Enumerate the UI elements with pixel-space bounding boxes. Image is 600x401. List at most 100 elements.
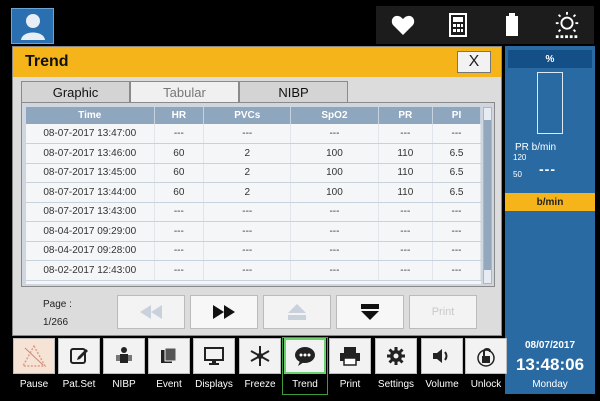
cell-pi: 6.5 (432, 182, 481, 203)
cell-pvcs: --- (203, 221, 292, 242)
print-button[interactable]: Print (409, 295, 477, 329)
cell-pi: --- (432, 241, 481, 261)
column-header-pr[interactable]: PR (378, 107, 434, 124)
pr-high-limit: 120 (513, 153, 527, 162)
table-row[interactable]: 08-02-2017 12:43:00 --- --- --- --- --- (26, 260, 481, 281)
arrow-down-icon (361, 304, 379, 320)
cell-hr: --- (154, 202, 205, 222)
cell-hr: --- (154, 260, 205, 281)
cell-spo2: 100 (290, 163, 379, 183)
table-row[interactable]: 08-07-2017 13:43:00 --- --- --- --- --- (26, 202, 481, 222)
cell-pr: --- (378, 260, 434, 281)
heart-icon[interactable] (389, 11, 417, 39)
nibp-button[interactable]: NIBP (102, 338, 146, 394)
cell-pvcs: --- (203, 202, 292, 222)
event-label: Event (156, 379, 182, 390)
printer-icon (340, 347, 360, 366)
cell-hr: 60 (154, 163, 205, 183)
tab-nibp[interactable]: NIBP (239, 81, 348, 102)
brightness-icon[interactable] (553, 11, 581, 39)
table-row[interactable]: 08-07-2017 13:45:00 60 2 100 110 6.5 (26, 163, 481, 183)
user-avatar[interactable] (11, 8, 54, 44)
cell-time: 08-07-2017 13:47:00 (26, 124, 155, 144)
close-button[interactable]: X (457, 51, 491, 73)
dialog-title: Trend (25, 53, 69, 70)
trend-button[interactable]: Trend (282, 337, 328, 395)
column-header-time[interactable]: Time (26, 107, 155, 124)
calculator-icon[interactable] (444, 11, 472, 39)
trend-table: Time HR PVCs SpO2 PR PI 08-07-2017 13:47… (26, 107, 481, 281)
column-header-spo2[interactable]: SpO2 (290, 107, 379, 124)
volume-icon (433, 349, 448, 363)
pause-label: Pause (19, 379, 49, 390)
cell-pr: --- (378, 202, 434, 222)
volume-label: Volume (425, 379, 459, 390)
status-bar (376, 6, 594, 44)
freeze-label: Freeze (244, 379, 276, 390)
scroll-thumb[interactable] (484, 120, 491, 270)
table-row[interactable]: 08-07-2017 13:47:00 --- --- --- --- --- (26, 124, 481, 144)
trend-table-panel: Time HR PVCs SpO2 PR PI 08-07-2017 13:47… (21, 102, 495, 287)
event-button[interactable]: Event (147, 338, 191, 394)
unlock-label: Unlock (470, 379, 502, 390)
cell-time: 08-07-2017 13:45:00 (26, 163, 155, 183)
trend-label: Trend (292, 379, 318, 390)
first-page-button[interactable] (117, 295, 185, 329)
pr-label: PR b/min (515, 142, 557, 153)
settings-label: Settings (377, 379, 415, 390)
pause-alarm-icon (22, 345, 46, 367)
table-header-row: Time HR PVCs SpO2 PR PI (26, 107, 481, 124)
table-row[interactable]: 08-04-2017 09:28:00 --- --- --- --- --- (26, 241, 481, 261)
column-header-hr[interactable]: HR (154, 107, 205, 124)
right-parameter-panel: % PR b/min 120 50 --- b/min 08/07/2017 1… (505, 46, 595, 394)
settings-button[interactable]: Settings (374, 338, 418, 394)
cell-pr: --- (378, 124, 434, 144)
print-toolbar-button[interactable]: Print (328, 338, 372, 394)
nibp-label: NIBP (112, 379, 136, 390)
page-indicator: 1/266 (43, 317, 69, 328)
column-header-pi[interactable]: PI (432, 107, 481, 124)
gear-icon (387, 347, 405, 365)
cell-hr: 60 (154, 143, 205, 164)
column-header-pvcs[interactable]: PVCs (203, 107, 292, 124)
cell-pi: --- (432, 124, 481, 144)
page-up-button[interactable] (263, 295, 331, 329)
day-display: Monday (532, 379, 568, 390)
hr-unit-label: b/min (505, 193, 595, 211)
table-row[interactable]: 08-07-2017 13:46:00 60 2 100 110 6.5 (26, 143, 481, 164)
cell-pr: 110 (378, 182, 434, 203)
cell-pi: --- (432, 202, 481, 222)
cell-pvcs: 2 (203, 143, 292, 164)
cell-hr: --- (154, 221, 205, 242)
display-icon (204, 347, 224, 365)
cell-pr: 110 (378, 163, 434, 183)
cell-hr: --- (154, 241, 205, 261)
table-row[interactable]: 08-04-2017 09:29:00 --- --- --- --- --- (26, 221, 481, 242)
freeze-button[interactable]: Freeze (238, 338, 282, 394)
cell-spo2: --- (290, 260, 379, 281)
edit-icon (70, 348, 88, 364)
last-page-button[interactable] (190, 295, 258, 329)
pr-value: --- (539, 161, 556, 177)
battery-icon (498, 11, 526, 39)
table-scrollbar[interactable] (483, 107, 492, 284)
page-down-button[interactable] (336, 295, 404, 329)
cell-pvcs: 2 (203, 163, 292, 183)
cell-pi: --- (432, 221, 481, 242)
cell-pi: 6.5 (432, 143, 481, 164)
cell-spo2: --- (290, 124, 379, 144)
cell-hr: 60 (154, 182, 205, 203)
spo2-bar (537, 72, 563, 134)
patient-setup-button[interactable]: Pat.Set (57, 338, 101, 394)
arrow-up-icon (288, 304, 306, 320)
displays-button[interactable]: Displays (192, 338, 236, 394)
tab-graphic[interactable]: Graphic (21, 81, 130, 102)
print-label: Print (339, 379, 361, 390)
volume-button[interactable]: Volume (420, 338, 464, 394)
fast-forward-icon (213, 305, 235, 319)
unlock-button[interactable]: Unlock (464, 338, 508, 394)
bottom-toolbar: Pause Pat.Set NIBP Event Displays Freeze (12, 337, 507, 395)
tab-tabular[interactable]: Tabular (130, 81, 239, 102)
pause-button[interactable]: Pause (12, 338, 56, 394)
table-row[interactable]: 08-07-2017 13:44:00 60 2 100 110 6.5 (26, 182, 481, 203)
